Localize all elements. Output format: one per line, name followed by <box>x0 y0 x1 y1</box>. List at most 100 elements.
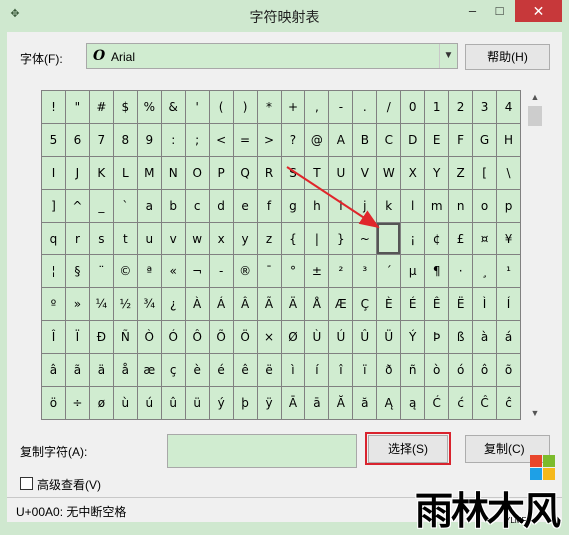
grid-scrollbar[interactable]: ▲ ▼ <box>525 90 545 420</box>
char-cell[interactable]: a <box>137 189 161 222</box>
advanced-view-checkbox[interactable] <box>20 477 33 490</box>
char-cell[interactable]: á <box>497 321 520 354</box>
char-cell[interactable]: ª <box>137 255 161 288</box>
char-cell[interactable]: b <box>161 189 185 222</box>
char-cell[interactable]: ( <box>209 91 233 123</box>
char-cell[interactable]: ý <box>209 387 233 419</box>
char-cell[interactable]: W <box>377 156 401 189</box>
char-cell[interactable]: Ā <box>281 387 305 419</box>
char-cell[interactable]: Ë <box>449 288 473 321</box>
font-dropdown[interactable]: O Arial ▼ <box>86 43 458 69</box>
char-cell[interactable]: M <box>137 156 161 189</box>
char-cell[interactable]: P <box>209 156 233 189</box>
char-cell[interactable]: Ü <box>377 321 401 354</box>
char-cell[interactable]: ć <box>449 387 473 419</box>
char-cell[interactable]: Í <box>497 288 520 321</box>
char-cell[interactable]: D <box>401 123 425 156</box>
char-cell[interactable]: S <box>281 156 305 189</box>
char-cell[interactable]: e <box>233 189 257 222</box>
char-cell[interactable]: ¦ <box>42 255 65 288</box>
char-cell[interactable]: - <box>329 91 353 123</box>
char-cell[interactable]: 0 <box>401 91 425 123</box>
char-cell[interactable]: È <box>377 288 401 321</box>
char-cell[interactable]: ~ <box>353 222 377 255</box>
char-cell[interactable]: ö <box>42 387 65 419</box>
char-cell[interactable]: R <box>257 156 281 189</box>
char-cell[interactable]: ¼ <box>89 288 113 321</box>
char-cell[interactable]: ò <box>425 354 449 387</box>
char-cell[interactable]: Å <box>305 288 329 321</box>
char-cell[interactable]: ç <box>161 354 185 387</box>
char-cell[interactable]: J <box>65 156 89 189</box>
char-cell[interactable]: y <box>233 222 257 255</box>
char-cell[interactable]: õ <box>497 354 520 387</box>
char-cell[interactable]: k <box>377 189 401 222</box>
char-cell[interactable]: 7 <box>89 123 113 156</box>
char-cell[interactable]: Y <box>425 156 449 189</box>
char-cell[interactable]: ð <box>377 354 401 387</box>
char-cell[interactable]: ¥ <box>497 222 520 255</box>
char-cell[interactable]: d <box>209 189 233 222</box>
scroll-down-icon[interactable]: ▼ <box>525 406 545 420</box>
char-cell[interactable]: Ó <box>161 321 185 354</box>
char-cell[interactable]: m <box>425 189 449 222</box>
minimize-button[interactable]: – <box>459 0 486 22</box>
char-cell[interactable]: « <box>161 255 185 288</box>
char-cell[interactable]: ¾ <box>137 288 161 321</box>
char-cell[interactable]: Ô <box>185 321 209 354</box>
char-cell[interactable]: ¶ <box>425 255 449 288</box>
char-cell[interactable]: Ć <box>425 387 449 419</box>
char-cell[interactable]: - <box>209 255 233 288</box>
help-button[interactable]: 帮助(H) <box>465 44 550 70</box>
char-cell[interactable]: Æ <box>329 288 353 321</box>
char-cell[interactable]: 3 <box>473 91 497 123</box>
char-cell[interactable]: $ <box>113 91 137 123</box>
char-cell[interactable]: Ï <box>65 321 89 354</box>
char-cell[interactable]: å <box>113 354 137 387</box>
char-cell[interactable]: = <box>233 123 257 156</box>
char-cell[interactable]: ã <box>65 354 89 387</box>
char-cell[interactable]: ² <box>329 255 353 288</box>
char-cell[interactable]: Ø <box>281 321 305 354</box>
scroll-up-icon[interactable]: ▲ <box>525 90 545 104</box>
char-cell[interactable]: F <box>449 123 473 156</box>
char-cell[interactable]: V <box>353 156 377 189</box>
char-cell[interactable]: B <box>353 123 377 156</box>
char-cell[interactable]: § <box>65 255 89 288</box>
char-cell[interactable]: r <box>65 222 89 255</box>
char-cell[interactable]: ø <box>89 387 113 419</box>
char-cell[interactable]: ¯ <box>257 255 281 288</box>
char-cell[interactable]: G <box>473 123 497 156</box>
char-cell[interactable] <box>377 222 401 255</box>
char-cell[interactable]: à <box>473 321 497 354</box>
char-cell[interactable]: º <box>42 288 65 321</box>
char-cell[interactable]: & <box>161 91 185 123</box>
char-cell[interactable]: Ê <box>425 288 449 321</box>
char-cell[interactable]: ´ <box>377 255 401 288</box>
copy-chars-input[interactable] <box>167 434 357 468</box>
char-cell[interactable]: û <box>161 387 185 419</box>
char-cell[interactable]: ' <box>185 91 209 123</box>
char-cell[interactable]: ô <box>473 354 497 387</box>
char-cell[interactable]: ß <box>449 321 473 354</box>
char-cell[interactable]: × <box>257 321 281 354</box>
char-cell[interactable]: ° <box>281 255 305 288</box>
char-cell[interactable]: ¡ <box>401 222 425 255</box>
char-cell[interactable]: : <box>161 123 185 156</box>
char-cell[interactable]: Þ <box>425 321 449 354</box>
char-cell[interactable]: " <box>65 91 89 123</box>
char-cell[interactable]: Ä <box>281 288 305 321</box>
chevron-down-icon[interactable]: ▼ <box>439 44 457 68</box>
char-cell[interactable]: _ <box>89 189 113 222</box>
char-cell[interactable]: ± <box>305 255 329 288</box>
char-cell[interactable]: ë <box>257 354 281 387</box>
char-cell[interactable]: ) <box>233 91 257 123</box>
char-cell[interactable]: t <box>113 222 137 255</box>
char-cell[interactable]: Ă <box>329 387 353 419</box>
close-button[interactable]: ✕ <box>515 0 562 22</box>
char-cell[interactable]: v <box>161 222 185 255</box>
char-cell[interactable]: [ <box>473 156 497 189</box>
char-cell[interactable]: Ç <box>353 288 377 321</box>
char-cell[interactable]: w <box>185 222 209 255</box>
char-cell[interactable]: p <box>497 189 520 222</box>
